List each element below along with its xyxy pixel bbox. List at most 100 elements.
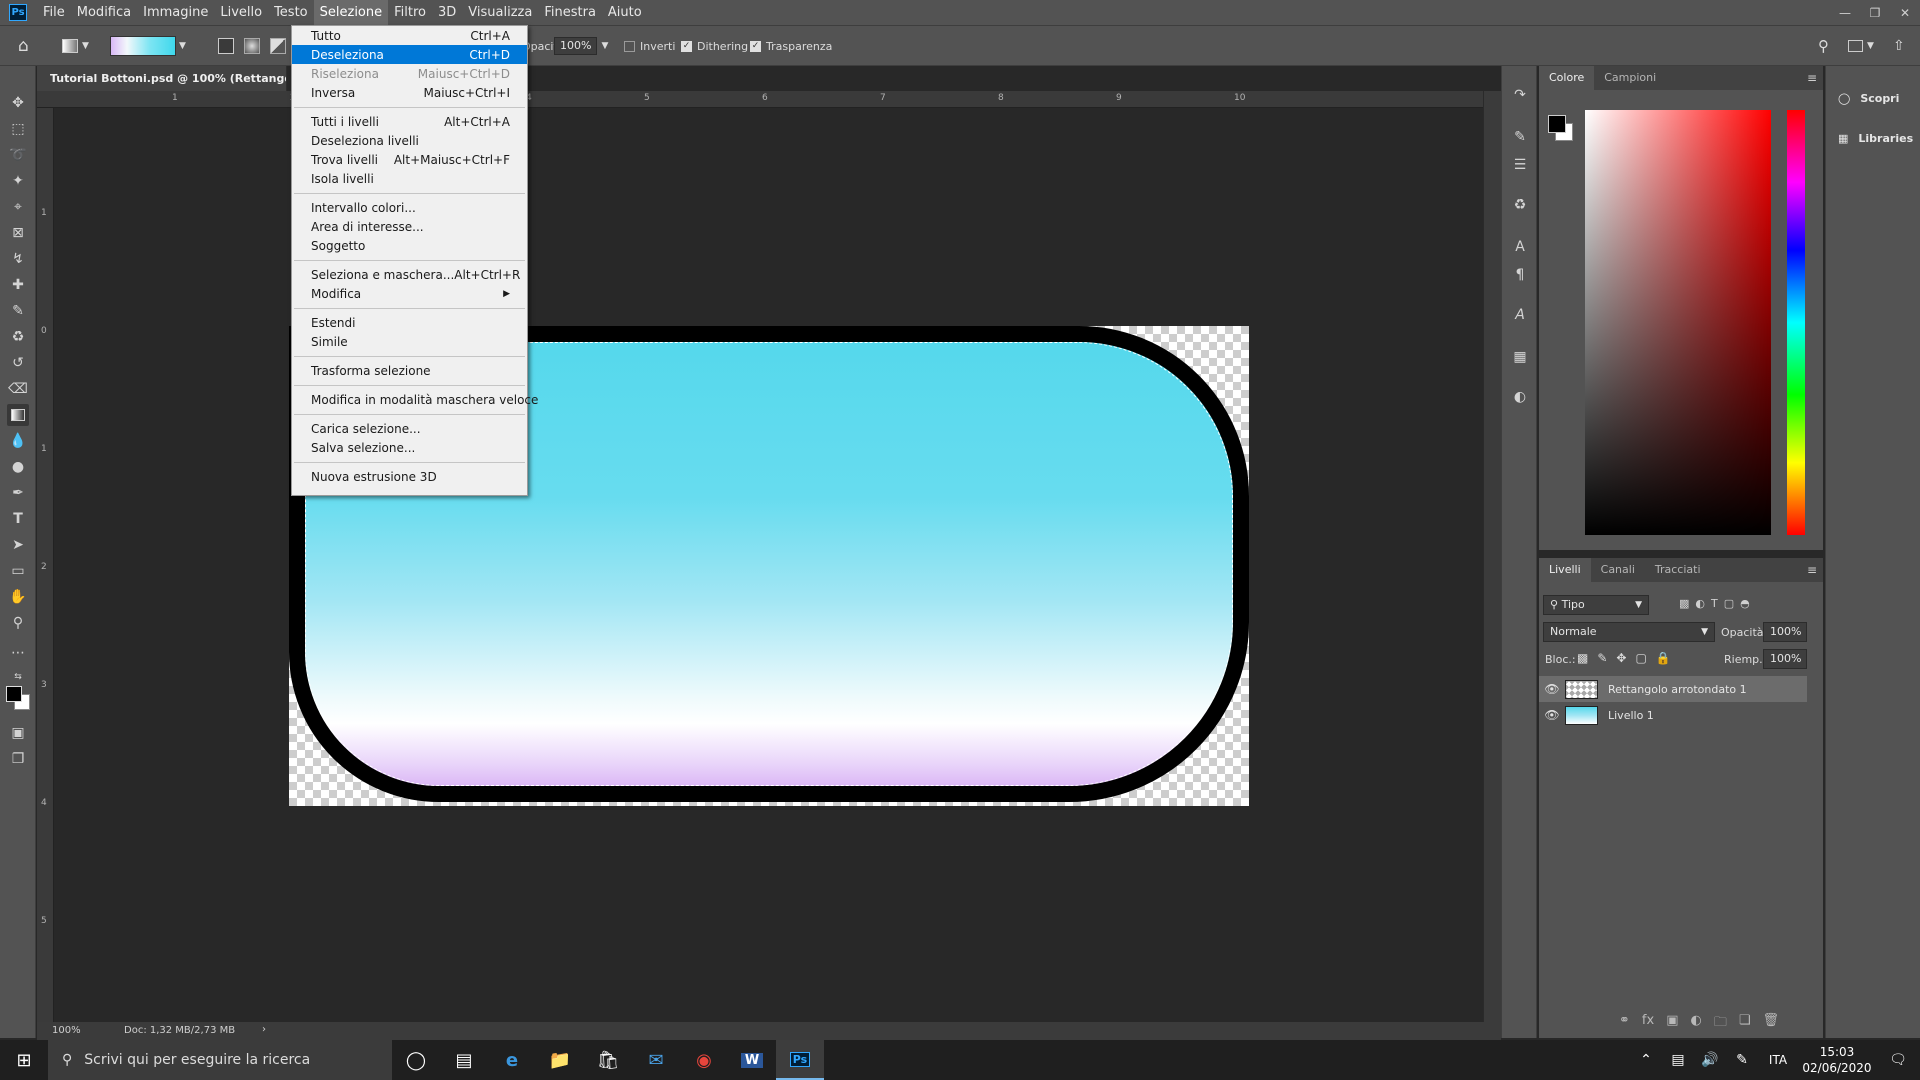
chevron-right-icon[interactable]: › [262,1024,266,1035]
adjustments-icon[interactable]: ☰ [1511,156,1529,174]
hand-tool-icon[interactable]: ✋ [7,586,29,608]
clone-source-icon[interactable]: ♻ [1511,196,1529,214]
menu-item-deseleziona[interactable]: Deseleziona Ctrl+D [292,45,527,64]
menu-3d[interactable]: 3D [432,0,462,25]
mask-icon[interactable]: ▣ [1666,1013,1678,1035]
search-icon[interactable]: ⚲ [1818,26,1829,66]
fill-field[interactable]: 100% [1763,649,1807,669]
checkbox-icon[interactable] [624,40,635,52]
shape-tool-icon[interactable]: ▭ [7,560,29,582]
photoshop-taskbar-icon[interactable]: Ps [776,1040,824,1080]
cortana-icon[interactable]: ◯ [392,1040,440,1080]
invert-checkbox[interactable]: Inverti [624,26,675,66]
color-field[interactable] [1585,110,1771,535]
pen-tool-icon[interactable]: ✒ [7,482,29,504]
layer-row[interactable]: 👁 Rettangolo arrotondato 1 [1539,676,1807,702]
opacity-value[interactable]: 100% [554,37,598,55]
character-icon[interactable]: A [1511,238,1529,256]
check-icon[interactable]: ✓ [750,40,761,52]
dithering-checkbox[interactable]: ✓ Dithering [681,26,748,66]
gradient-tool-icon[interactable] [7,404,29,426]
menu-item-carica-selezione[interactable]: Carica selezione... [292,419,527,438]
tool-preset-icon[interactable]: ▼ [62,26,89,66]
crop-tool-icon[interactable]: ⌖ [7,196,29,218]
healing-brush-icon[interactable]: ✚ [7,274,29,296]
menu-item-area-di-interesse[interactable]: Area di interesse... [292,217,527,236]
task-view-icon[interactable]: ▤ [440,1040,488,1080]
chevron-down-icon[interactable]: ▼ [601,41,608,51]
menu-file[interactable]: File [37,0,71,25]
share-icon[interactable]: ⇧ [1893,26,1905,66]
menu-item-isola-livelli[interactable]: Isola livelli [292,169,527,188]
layer-row[interactable]: 👁 Livello 1 [1539,702,1807,728]
angle-gradient-icon[interactable] [270,26,286,66]
lasso-tool-icon[interactable]: ➰ [7,144,29,166]
transparency-checkbox[interactable]: ✓ Trasparenza [750,26,832,66]
brush-settings-icon[interactable]: ✎ [1511,128,1529,146]
brush-tool-icon[interactable]: ✎ [7,300,29,322]
adjustment-layer-icon[interactable]: ◐ [1690,1013,1701,1035]
discover-button[interactable]: ◯ Scopri [1826,80,1920,116]
history-brush-icon[interactable]: ↺ [7,352,29,374]
panel-menu-icon[interactable]: ≡ [1807,71,1817,85]
menu-testo[interactable]: Testo [268,0,314,25]
magic-wand-icon[interactable]: ✦ [7,170,29,192]
lock-icons[interactable]: ▩✎✥▢🔒 [1577,651,1680,665]
path-selection-icon[interactable]: ➤ [7,534,29,556]
marquee-tool-icon[interactable]: ⬚ [7,118,29,140]
menu-finestra[interactable]: Finestra [538,0,602,25]
menu-item-nuova-estrusione-3d[interactable]: Nuova estrusione 3D [292,467,527,486]
trash-icon[interactable]: 🗑 [1763,1013,1780,1035]
radial-gradient-icon[interactable] [244,26,260,66]
menu-item-inversa[interactable]: Inversa Maiusc+Ctrl+I [292,83,527,102]
new-layer-icon[interactable]: ❏ [1739,1013,1751,1035]
screen-mode-icon[interactable]: ❐ [7,748,29,770]
menu-item-simile[interactable]: Simile [292,332,527,351]
frame-tool-icon[interactable]: ⊠ [7,222,29,244]
eyedropper-icon[interactable]: ↯ [7,248,29,270]
menu-visualizza[interactable]: Visualizza [462,0,538,25]
zoom-tool-icon[interactable]: ⚲ [7,612,29,634]
menu-item-trova-livelli[interactable]: Trova livelli Alt+Maiusc+Ctrl+F [292,150,527,169]
menu-item-maschera-veloce[interactable]: Modifica in modalità maschera veloce [292,390,538,409]
menu-filtro[interactable]: Filtro [388,0,432,25]
layer-filter-icons[interactable]: ▩◐T▢◓ [1679,597,1756,610]
libraries-button[interactable]: ▦ Libraries [1826,120,1920,156]
menu-immagine[interactable]: Immagine [137,0,214,25]
tab-colore[interactable]: Colore [1539,66,1595,90]
word-icon[interactable]: W [728,1040,776,1080]
fx-icon[interactable]: fx [1642,1013,1654,1035]
layer-opacity-field[interactable]: 100% [1763,622,1807,642]
foreground-color-swatch[interactable] [1548,115,1566,133]
edge-icon[interactable]: e [488,1040,536,1080]
history-icon[interactable]: ↷ [1511,86,1529,104]
menu-item-estendi[interactable]: Estendi [292,313,527,332]
properties-icon[interactable]: ▦ [1511,348,1529,366]
zoom-level[interactable]: 100% [52,1025,81,1036]
menu-item-soggetto[interactable]: Soggetto [292,236,527,255]
taskbar-search[interactable]: ⚲ Scrivi qui per eseguire la ricerca [48,1040,392,1080]
blur-tool-icon[interactable]: 💧 [7,430,29,452]
type-tool-icon[interactable]: T [7,508,29,530]
more-tools-icon[interactable]: ⋯ [7,642,29,664]
tab-canali[interactable]: Canali [1591,558,1645,582]
tab-campioni[interactable]: Campioni [1594,66,1666,90]
clock[interactable]: 15:03 02/06/2020 [1798,1044,1876,1076]
menu-selezione[interactable]: Selezione [313,0,389,25]
menu-livello[interactable]: Livello [214,0,268,25]
foreground-color-swatch[interactable] [6,686,22,702]
link-icon[interactable]: ⚭ [1619,1013,1630,1035]
paragraph-icon[interactable]: ¶ [1511,266,1529,284]
volume-icon[interactable]: 🔊 [1694,1052,1726,1068]
linear-gradient-icon[interactable] [218,26,234,66]
panel-menu-icon[interactable]: ≡ [1807,563,1817,577]
menu-item-tutto[interactable]: Tutto Ctrl+A [292,26,527,45]
restore-icon[interactable]: ❐ [1860,0,1890,25]
gradient-picker[interactable]: ▼ [110,26,186,66]
workspace-icon[interactable]: ▼ [1848,26,1874,66]
color-wheel-icon[interactable]: ◐ [1511,388,1529,406]
chrome-icon[interactable]: ◉ [680,1040,728,1080]
glyphs-icon[interactable]: A [1511,306,1529,324]
opacity-field[interactable]: 100% ▼ [554,26,608,66]
menu-item-intervallo-colori[interactable]: Intervallo colori... [292,198,527,217]
